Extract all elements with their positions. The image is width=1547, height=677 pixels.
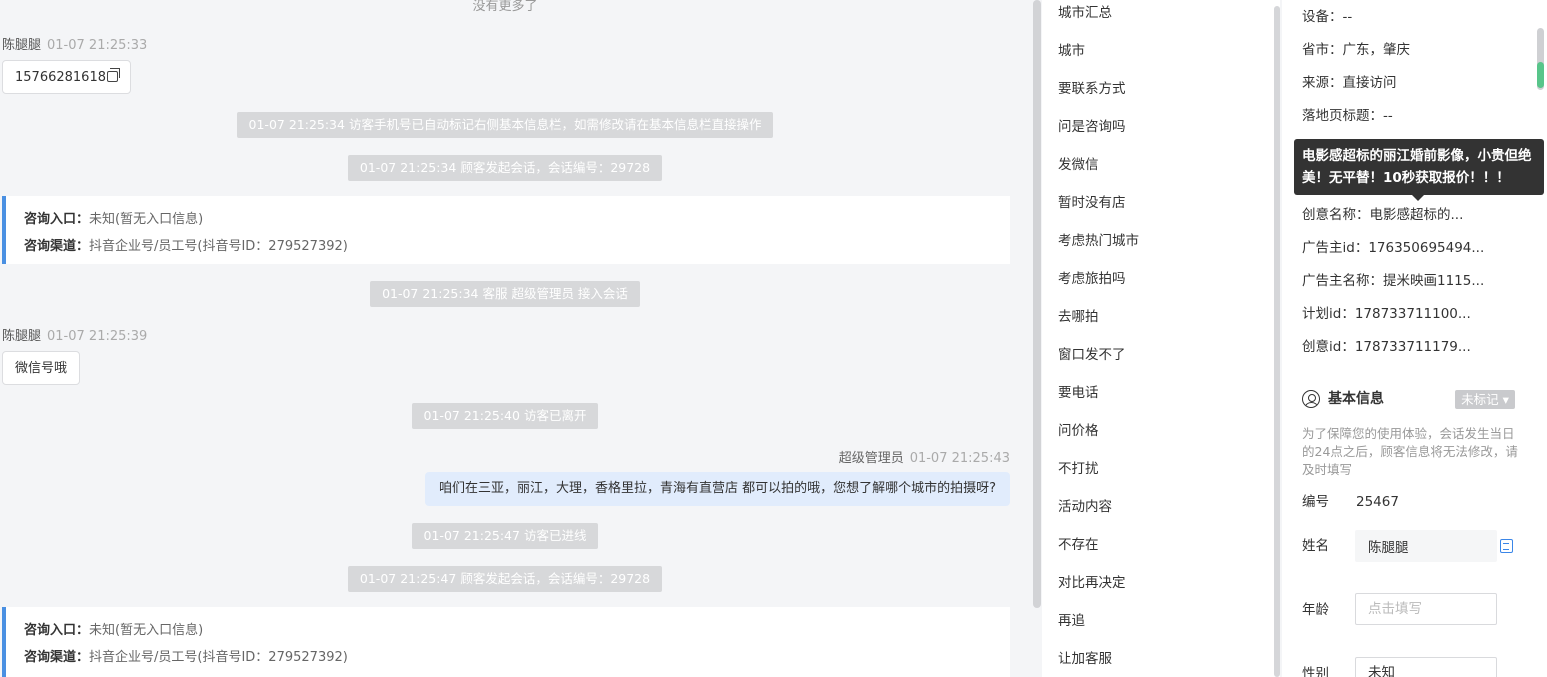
agent-sender-line: 超级管理员 01-07 21:25:43	[839, 447, 1010, 466]
age-label: 年龄	[1302, 602, 1329, 618]
number-value: 25467	[1356, 494, 1399, 510]
consult-entry-value: 未知(暂无入口信息)	[89, 212, 204, 227]
quick-reply-item[interactable]: 城市汇总	[1058, 3, 1112, 23]
gender-select[interactable]: 未知	[1355, 657, 1497, 677]
creative-name-tooltip: 电影感超标的丽江婚前影像，小贵但绝美！无平替！10秒获取报价！！！	[1294, 139, 1544, 201]
no-more-label: 没有更多了	[472, 0, 538, 14]
creative-id-row: 创意id：178733711179...	[1302, 339, 1471, 355]
device-row: 设备：--	[1302, 9, 1353, 25]
system-message: 01-07 21:25:34 顾客发起会话，会话编号：29728	[347, 155, 663, 181]
plan-id-row: 计划id：178733711100...	[1302, 306, 1471, 322]
quick-reply-item[interactable]: 活动内容	[1058, 497, 1112, 517]
consult-info-card: 咨询入口：未知(暂无入口信息) 咨询渠道：抖音企业号/员工号(抖音号ID：279…	[2, 607, 1010, 677]
quick-reply-item[interactable]: 考虑热门城市	[1058, 231, 1139, 251]
system-message-row: 01-07 21:25:47 顾客发起会话，会话编号：29728	[0, 566, 1010, 592]
quick-reply-item[interactable]: 窗口发不了	[1058, 345, 1126, 365]
creative-name-row[interactable]: 创意名称：电影感超标的...	[1302, 205, 1463, 225]
system-message: 01-07 21:25:47 访客已进线	[411, 523, 599, 549]
number-label: 编号	[1302, 494, 1329, 510]
consult-channel-value: 抖音企业号/员工号(抖音号ID：279527392)	[89, 650, 348, 665]
quick-reply-item[interactable]: 去哪拍	[1058, 307, 1099, 327]
tag-dropdown[interactable]: 未标记 ▾	[1455, 390, 1515, 409]
gender-value: 未知	[1368, 665, 1395, 677]
consult-channel-label: 咨询渠道：	[24, 650, 90, 665]
copy-document-icon[interactable]	[1500, 539, 1513, 553]
message-time: 01-07 21:25:39	[47, 329, 148, 344]
copy-icon[interactable]	[106, 68, 120, 82]
visitor-name: 陈腿腿	[2, 38, 42, 53]
system-message: 01-07 21:25:47 顾客发起会话，会话编号：29728	[347, 566, 663, 592]
system-message-row: 01-07 21:25:40 访客已离开	[0, 403, 1010, 429]
province-row: 省市：广东，肇庆	[1302, 42, 1410, 58]
quick-reply-item[interactable]: 让加客服	[1058, 649, 1112, 669]
section-title: 基本信息	[1328, 391, 1384, 407]
message-text: 15766281618	[15, 70, 106, 85]
quick-reply-item[interactable]: 不存在	[1058, 535, 1099, 555]
consult-entry-value: 未知(暂无入口信息)	[89, 623, 204, 638]
name-label: 姓名	[1302, 538, 1329, 554]
message-text: 微信号哦	[15, 361, 68, 376]
consult-entry-label: 咨询入口：	[24, 212, 90, 227]
name-field[interactable]	[1355, 530, 1497, 562]
visitor-name: 陈腿腿	[2, 329, 42, 344]
system-message-row: 01-07 21:25:34 客服 超级管理员 接入会话	[0, 281, 1010, 307]
consult-channel-value: 抖音企业号/员工号(抖音号ID：279527392)	[89, 239, 348, 254]
quick-reply-panel: 城市汇总 城市 要联系方式 问是咨询吗 发微信 暂时没有店 考虑热门城市 考虑旅…	[1042, 0, 1280, 677]
agent-message-bubble[interactable]: 咱们在三亚，丽江，大理，香格里拉，青海有直营店 都可以拍的哦，您想了解哪个城市的…	[424, 472, 1010, 506]
system-message: 01-07 21:25:34 客服 超级管理员 接入会话	[370, 281, 640, 307]
system-message: 01-07 21:25:40 访客已离开	[411, 403, 599, 429]
quick-reply-item[interactable]: 再追	[1058, 611, 1085, 631]
system-message-row: 01-07 21:25:34 顾客发起会话，会话编号：29728	[0, 155, 1010, 181]
landing-title-row: 落地页标题：--	[1302, 108, 1393, 124]
consult-channel-label: 咨询渠道：	[24, 239, 90, 254]
quick-reply-item[interactable]: 不打扰	[1058, 459, 1099, 479]
system-message: 01-07 21:25:34 访客手机号已自动标记右侧基本信息栏，如需修改请在基…	[236, 112, 774, 138]
system-message-row: 01-07 21:25:47 访客已进线	[0, 523, 1010, 549]
consult-info-card: 咨询入口：未知(暂无入口信息) 咨询渠道：抖音企业号/员工号(抖音号ID：279…	[2, 196, 1010, 264]
basic-info-header: 基本信息 未标记 ▾	[1302, 388, 1516, 410]
chat-scrollbar[interactable]	[1033, 0, 1041, 608]
system-message-row: 01-07 21:25:34 访客手机号已自动标记右侧基本信息栏，如需修改请在基…	[0, 112, 1010, 138]
advertiser-name-row: 广告主名称：提米映画1115...	[1302, 273, 1485, 289]
advertiser-id-row: 广告主id：176350695494...	[1302, 240, 1485, 256]
quick-reply-item[interactable]: 考虑旅拍吗	[1058, 269, 1126, 289]
visitor-info-panel: 设备：-- 省市：广东，肇庆 来源：直接访问 落地页标题：-- 创意名称：电影感…	[1282, 0, 1547, 677]
consult-entry-row: 咨询入口：未知(暂无入口信息)	[24, 617, 992, 644]
edit-notice: 为了保障您的使用体验，会话发生当日的24点之后，顾客信息将无法修改，请及时填写	[1302, 426, 1518, 477]
consult-channel-row: 咨询渠道：抖音企业号/员工号(抖音号ID：279527392)	[24, 644, 992, 671]
consult-entry-row: 咨询入口：未知(暂无入口信息)	[24, 206, 992, 233]
quick-reply-item[interactable]: 问价格	[1058, 421, 1099, 441]
gender-label: 性别	[1302, 666, 1329, 677]
quick-reply-item[interactable]: 发微信	[1058, 155, 1099, 175]
quick-reply-item[interactable]: 城市	[1058, 41, 1085, 61]
message-time: 01-07 21:25:33	[47, 38, 148, 53]
user-circle-icon	[1302, 390, 1320, 408]
consult-channel-row: 咨询渠道：抖音企业号/员工号(抖音号ID：279527392)	[24, 233, 992, 260]
agent-name: 超级管理员	[838, 451, 904, 466]
quick-reply-scrollbar[interactable]	[1274, 6, 1280, 677]
consult-entry-label: 咨询入口：	[24, 623, 90, 638]
message-time: 01-07 21:25:43	[909, 451, 1010, 466]
tag-label: 未标记	[1461, 392, 1499, 407]
info-scroll-indicator	[1537, 62, 1544, 88]
app-root: 没有更多了 陈腿腿 01-07 21:25:33 15766281618 01-0…	[0, 0, 1547, 677]
quick-reply-item[interactable]: 暂时没有店	[1058, 193, 1126, 213]
visitor-message-bubble[interactable]: 微信号哦	[2, 351, 81, 385]
age-field[interactable]	[1355, 593, 1497, 625]
source-row: 来源：直接访问	[1302, 75, 1397, 91]
quick-reply-item[interactable]: 问是咨询吗	[1058, 117, 1126, 137]
visitor-sender-line: 陈腿腿 01-07 21:25:39	[2, 325, 147, 344]
chat-panel: 没有更多了 陈腿腿 01-07 21:25:33 15766281618 01-0…	[0, 0, 1036, 677]
visitor-sender-line: 陈腿腿 01-07 21:25:33	[2, 34, 147, 53]
visitor-message-bubble[interactable]: 15766281618	[2, 60, 131, 94]
quick-reply-item[interactable]: 对比再决定	[1058, 573, 1126, 593]
quick-reply-item[interactable]: 要联系方式	[1058, 79, 1126, 99]
quick-reply-item[interactable]: 要电话	[1058, 383, 1099, 403]
